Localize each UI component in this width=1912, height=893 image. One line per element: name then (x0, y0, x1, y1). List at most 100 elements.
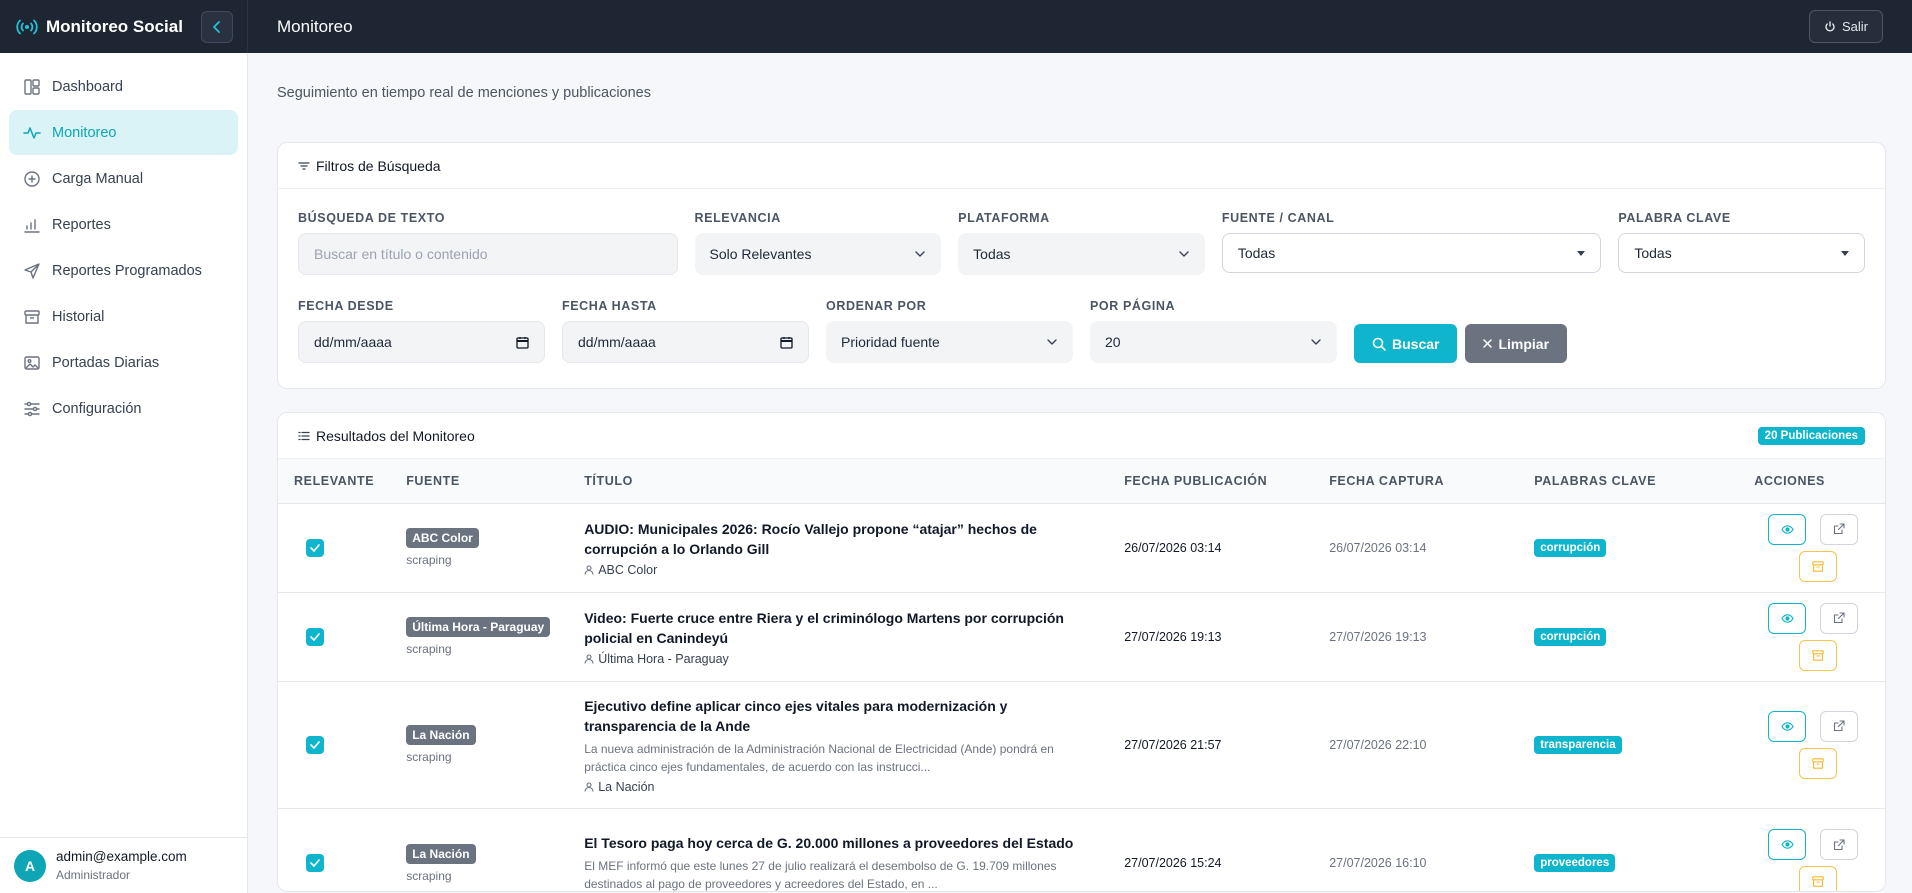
sidebar-item-reportes[interactable]: Reportes (9, 202, 238, 247)
filters-header: Filtros de Búsqueda (278, 143, 1885, 189)
post-summary: La nueva administración de la Administra… (584, 741, 1054, 774)
platform-group: PLATAFORMA Todas (958, 211, 1205, 275)
date-to-label: FECHA HASTA (562, 299, 657, 313)
text-search-group: BÚSQUEDA DE TEXTO Buscar en título o con… (298, 211, 678, 275)
filter-icon (298, 161, 310, 170)
source-badge: Última Hora - Paraguay (406, 617, 551, 637)
open-link-button[interactable] (1820, 513, 1859, 545)
view-button[interactable] (1768, 829, 1807, 860)
search-icon (1372, 337, 1386, 351)
order-label: ORDENAR POR (826, 299, 927, 313)
sidebar-item-dashboard[interactable]: Dashboard (9, 64, 238, 109)
source-select[interactable]: Todas (1221, 233, 1602, 273)
table-row: ABC Color scraping AUDIO: Municipales 20… (278, 503, 1885, 592)
results-table: RELEVANTE FUENTE TÍTULO FECHA PUBLICACIÓ… (278, 459, 1885, 891)
post-author: Última Hora - Paraguay (584, 652, 1092, 666)
caret-down-icon (1577, 250, 1586, 256)
captured-date: 27/07/2026 22:10 (1329, 737, 1427, 752)
post-summary: El MEF informó que este lunes 27 de juli… (584, 859, 1057, 891)
sidebar-item-monitoreo[interactable]: Monitoreo (9, 110, 238, 155)
date-from-label: FECHA DESDE (298, 299, 394, 313)
author-name: La Nación (598, 779, 655, 794)
archive-button[interactable] (1799, 639, 1838, 671)
post-title[interactable]: Video: Fuerte cruce entre Riera y el cri… (584, 608, 1092, 648)
close-icon (1483, 339, 1493, 348)
col-titulo[interactable]: TÍTULO (568, 459, 1108, 503)
view-button[interactable] (1768, 513, 1807, 545)
text-search-input[interactable]: Buscar en título o contenido (298, 233, 678, 275)
source-badge: La Nación (406, 725, 476, 745)
archive-button[interactable] (1799, 550, 1838, 582)
check-icon (310, 543, 320, 552)
brand-bar: Monitoreo Social (0, 0, 248, 53)
caret-down-icon (1841, 250, 1850, 256)
post-title[interactable]: AUDIO: Municipales 2026: Rocío Vallejo p… (584, 519, 1092, 559)
sidebar-item-reportes-programados[interactable]: Reportes Programados (9, 248, 238, 293)
date-from-input[interactable]: dd/mm/aaaa (298, 321, 545, 363)
keyword-select[interactable]: Todas (1618, 233, 1866, 273)
eye-icon (1781, 721, 1794, 731)
col-relevante[interactable]: RELEVANTE (278, 459, 390, 503)
keyword-label: PALABRA CLAVE (1618, 211, 1731, 225)
per-page-label: POR PÁGINA (1090, 299, 1176, 313)
sidebar-item-label: Reportes (52, 216, 111, 233)
logout-button[interactable]: Salir (1808, 10, 1883, 43)
relevance-select[interactable]: Solo Relevantes (694, 233, 942, 275)
chevron-down-icon (1311, 339, 1321, 345)
search-button[interactable]: Buscar (1354, 324, 1458, 363)
user-icon (584, 781, 594, 792)
table-row: Última Hora - Paraguay scraping Video: F… (278, 592, 1885, 681)
order-select[interactable]: Prioridad fuente (826, 321, 1073, 363)
col-acciones: ACCIONES (1754, 473, 1825, 488)
post-title[interactable]: Ejecutivo define aplicar cinco ejes vita… (584, 696, 1092, 736)
relevant-checkbox[interactable] (306, 627, 324, 646)
open-link-button[interactable] (1820, 602, 1859, 634)
col-fuente[interactable]: FUENTE (390, 459, 568, 503)
relevant-checkbox[interactable] (306, 538, 324, 557)
sidebar-collapse-button[interactable] (201, 10, 233, 43)
eye-icon (1781, 840, 1794, 849)
platform-select[interactable]: Todas (958, 233, 1205, 275)
published-date: 27/07/2026 19:13 (1124, 629, 1222, 644)
check-icon (310, 632, 320, 641)
per-page-select[interactable]: 20 (1090, 321, 1337, 363)
published-date: 27/07/2026 15:24 (1124, 856, 1222, 870)
dashboard-icon (22, 77, 42, 97)
sidebar-item-portadas-diarias[interactable]: Portadas Diarias (9, 340, 238, 385)
row-actions (1768, 829, 1859, 891)
row-actions (1768, 513, 1859, 582)
archive-icon (1812, 876, 1824, 887)
col-fecha-captura[interactable]: FECHA CAPTURA (1313, 459, 1518, 503)
list-icon (298, 431, 310, 440)
open-link-button[interactable] (1820, 829, 1859, 860)
archive-button[interactable] (1799, 747, 1838, 779)
sidebar-item-historial[interactable]: Historial (9, 294, 238, 339)
date-to-input[interactable]: dd/mm/aaaa (562, 321, 809, 363)
results-header: Resultados del Monitoreo 20 Publicacione… (278, 413, 1885, 459)
check-icon (310, 859, 320, 867)
relevant-checkbox[interactable] (306, 735, 324, 754)
sidebar-item-carga-manual[interactable]: Carga Manual (9, 156, 238, 201)
user-role: Administrador (56, 868, 131, 882)
per-page-value: 20 (1105, 334, 1121, 350)
external-link-icon (1834, 523, 1845, 535)
results-card: Resultados del Monitoreo 20 Publicacione… (277, 412, 1886, 892)
external-link-icon (1834, 720, 1845, 732)
user-profile[interactable]: A admin@example.com Administrador (0, 837, 247, 893)
archive-button[interactable] (1799, 866, 1838, 891)
view-button[interactable] (1768, 710, 1807, 742)
col-palabras-clave[interactable]: PALABRAS CLAVE (1518, 459, 1738, 503)
sidebar-item-configuracion[interactable]: Configuración (9, 386, 238, 431)
relevance-label: RELEVANCIA (694, 211, 781, 225)
captured-date: 27/07/2026 19:13 (1329, 629, 1427, 644)
keyword-group: PALABRA CLAVE Todas (1618, 211, 1866, 275)
post-author: La Nación (584, 780, 1092, 794)
view-button[interactable] (1768, 602, 1807, 634)
clear-button[interactable]: Limpiar (1465, 324, 1568, 363)
col-fecha-publicacion[interactable]: FECHA PUBLICACIÓN (1108, 459, 1313, 503)
chevron-down-icon (915, 251, 925, 257)
post-title[interactable]: El Tesoro paga hoy cerca de G. 20.000 mi… (584, 833, 1092, 853)
page-title: Monitoreo (277, 16, 353, 36)
relevant-checkbox[interactable] (306, 854, 324, 872)
open-link-button[interactable] (1820, 710, 1859, 742)
